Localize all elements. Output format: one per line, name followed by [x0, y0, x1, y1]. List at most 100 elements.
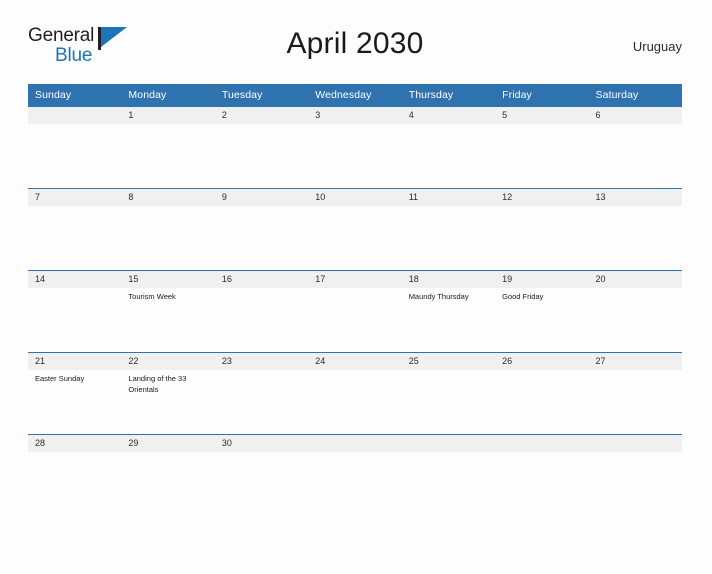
day-number: 19 — [495, 271, 589, 288]
day-events — [589, 288, 682, 291]
day-events — [402, 124, 495, 127]
day-number: 25 — [401, 353, 496, 370]
day-number — [588, 435, 682, 452]
day-number: 12 — [495, 189, 589, 206]
calendar-week-row: 14 15 Tourism Week 16 17 18 Maundy Thursday 19 G… — [28, 270, 682, 353]
calendar-day-cell[interactable]: 9 — [214, 188, 309, 271]
day-number: 16 — [214, 271, 309, 288]
day-events — [215, 206, 308, 209]
calendar-week-row: 7 8 9 10 11 12 13 — [28, 188, 682, 271]
day-events: Easter Sunday — [28, 370, 121, 384]
weekday-header-tuesday: Tuesday — [214, 84, 309, 107]
calendar-day-cell[interactable]: 6 — [588, 106, 682, 189]
country-label: Uruguay — [632, 39, 682, 54]
day-events — [402, 370, 495, 373]
day-events: Maundy Thursday — [402, 288, 495, 302]
day-number: 23 — [214, 353, 309, 370]
calendar-day-cell[interactable] — [588, 434, 682, 475]
day-number: 29 — [121, 435, 215, 452]
day-number: 13 — [588, 189, 682, 206]
calendar-day-cell[interactable]: 5 — [495, 106, 589, 189]
calendar-day-cell[interactable]: 16 — [214, 270, 309, 353]
calendar-day-cell[interactable] — [28, 106, 122, 189]
event-label: Easter Sunday — [35, 374, 85, 383]
calendar-day-cell[interactable]: 15 Tourism Week — [121, 270, 215, 353]
day-number: 24 — [308, 353, 402, 370]
calendar-day-cell[interactable]: 28 — [28, 434, 122, 475]
day-events — [308, 370, 401, 373]
day-number: 22 — [121, 353, 215, 370]
calendar-day-cell[interactable]: 12 — [495, 188, 589, 271]
day-events — [308, 288, 401, 291]
day-number: 14 — [28, 271, 122, 288]
day-number: 11 — [401, 189, 496, 206]
day-number: 3 — [308, 107, 402, 124]
calendar-day-cell[interactable]: 2 — [214, 106, 309, 189]
day-number: 9 — [214, 189, 309, 206]
day-number — [308, 435, 402, 452]
calendar-day-cell[interactable]: 22 Landing of the 33 Orientals — [121, 352, 215, 435]
day-number: 1 — [121, 107, 215, 124]
day-number: 26 — [495, 353, 589, 370]
calendar-body: 1 2 3 4 5 6 7 8 9 10 11 12 13 14 15 Tourism Week 16 17 18 M… — [28, 106, 682, 475]
day-events — [28, 288, 121, 291]
day-events — [121, 124, 214, 127]
calendar-day-cell[interactable]: 17 — [308, 270, 402, 353]
calendar-day-cell[interactable]: 7 — [28, 188, 122, 271]
calendar-day-cell[interactable] — [308, 434, 402, 475]
calendar-day-cell[interactable]: 27 — [588, 352, 682, 435]
calendar-day-cell[interactable]: 13 — [588, 188, 682, 271]
day-events — [215, 452, 308, 455]
day-number: 30 — [214, 435, 309, 452]
page-header: General Blue April 2030 Uruguay — [28, 24, 682, 76]
calendar-week-row: 123456 — [28, 106, 682, 189]
weekday-header-thursday: Thursday — [401, 84, 496, 107]
calendar-page: General Blue April 2030 Uruguay Sunday M… — [0, 24, 712, 574]
day-number — [495, 435, 589, 452]
weekday-header-monday: Monday — [121, 84, 215, 107]
day-number: 21 — [28, 353, 122, 370]
day-number: 8 — [121, 189, 215, 206]
day-number: 17 — [308, 271, 402, 288]
day-number: 6 — [588, 107, 682, 124]
calendar-day-cell[interactable]: 20 — [588, 270, 682, 353]
calendar-day-cell[interactable]: 23 — [214, 352, 309, 435]
day-events — [215, 124, 308, 127]
day-events: Good Friday — [495, 288, 588, 302]
calendar-day-cell[interactable]: 14 — [28, 270, 122, 353]
day-number — [401, 435, 496, 452]
day-events — [589, 124, 682, 127]
calendar-day-cell[interactable]: 25 — [401, 352, 496, 435]
calendar-day-cell[interactable]: 4 — [401, 106, 496, 189]
day-events: Landing of the 33 Orientals — [121, 370, 214, 395]
day-number: 2 — [214, 107, 309, 124]
calendar-day-cell[interactable]: 30 — [214, 434, 309, 475]
day-events — [28, 206, 121, 209]
calendar-day-cell[interactable] — [495, 434, 589, 475]
calendar-day-cell[interactable]: 21 Easter Sunday — [28, 352, 122, 435]
weekday-header-wednesday: Wednesday — [308, 84, 402, 107]
calendar-week-row: 28 29 30 — [28, 434, 682, 475]
calendar-day-cell[interactable] — [401, 434, 496, 475]
day-number — [28, 107, 122, 124]
calendar-day-cell[interactable]: 3 — [308, 106, 402, 189]
calendar-day-cell[interactable]: 11 — [401, 188, 496, 271]
calendar-day-cell[interactable]: 10 — [308, 188, 402, 271]
day-number: 18 — [401, 271, 496, 288]
day-events — [495, 452, 588, 455]
calendar-day-cell[interactable]: 26 — [495, 352, 589, 435]
calendar-day-cell[interactable]: 8 — [121, 188, 215, 271]
event-label: Landing of the 33 Orientals — [128, 374, 187, 394]
calendar-day-cell[interactable]: 1 — [121, 106, 215, 189]
day-number: 5 — [495, 107, 589, 124]
day-events — [402, 452, 495, 455]
event-label: Good Friday — [502, 292, 544, 301]
day-number: 20 — [588, 271, 682, 288]
calendar-day-cell[interactable]: 18 Maundy Thursday — [401, 270, 496, 353]
calendar-day-cell[interactable]: 29 — [121, 434, 215, 475]
calendar-day-cell[interactable]: 24 — [308, 352, 402, 435]
day-events — [589, 452, 682, 455]
calendar-day-cell[interactable]: 19 Good Friday — [495, 270, 589, 353]
day-events — [308, 452, 401, 455]
day-events — [215, 288, 308, 291]
